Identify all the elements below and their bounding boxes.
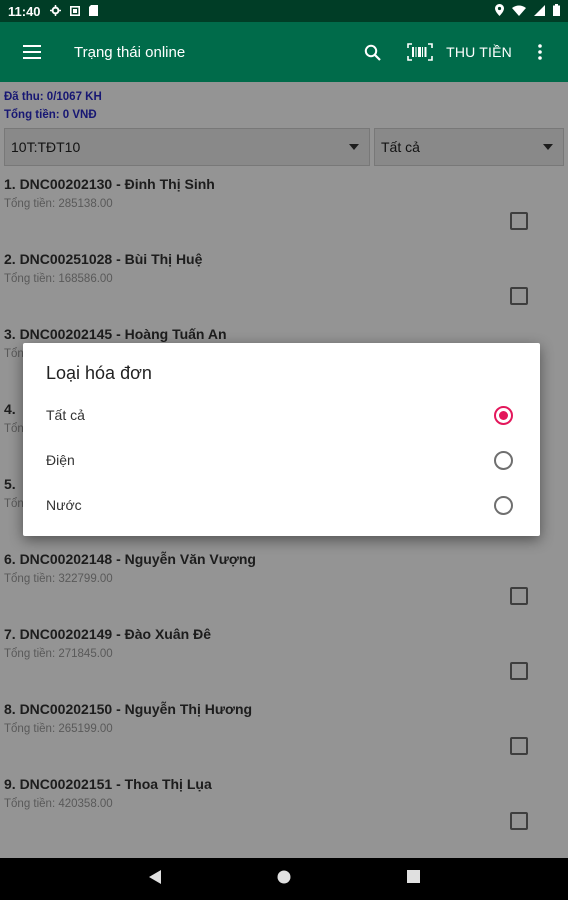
toolbar-title: Trạng thái online bbox=[74, 43, 186, 61]
option-water[interactable]: Nước bbox=[23, 483, 540, 527]
radio-selected-icon[interactable] bbox=[494, 405, 513, 425]
radio-unselected-icon[interactable] bbox=[494, 495, 513, 515]
back-icon[interactable] bbox=[148, 869, 162, 889]
dialog-title: Loại hóa đơn bbox=[46, 363, 152, 383]
settings-icon bbox=[49, 4, 61, 19]
option-label: Điện bbox=[46, 452, 75, 468]
app-toolbar: Trạng thái online THU TIỀN bbox=[0, 22, 568, 82]
recents-icon[interactable] bbox=[407, 870, 421, 888]
clock: 11:40 bbox=[8, 3, 41, 19]
radio-unselected-icon[interactable] bbox=[494, 450, 513, 470]
option-label: Nước bbox=[46, 497, 82, 513]
sd-card-icon bbox=[88, 4, 98, 19]
search-icon[interactable] bbox=[352, 32, 392, 72]
option-electric[interactable]: Điện bbox=[23, 438, 540, 482]
wifi-icon bbox=[512, 4, 526, 19]
menu-icon[interactable] bbox=[8, 28, 56, 76]
battery-icon bbox=[553, 3, 560, 19]
option-label: Tất cả bbox=[46, 407, 85, 423]
option-all[interactable]: Tất cả bbox=[23, 393, 540, 437]
signal-icon bbox=[534, 4, 545, 19]
location-icon bbox=[495, 3, 504, 19]
status-bar: 11:40 bbox=[0, 0, 568, 22]
bill-type-dialog: Loại hóa đơn Tất cả Điện Nước bbox=[23, 343, 540, 536]
home-icon[interactable] bbox=[277, 870, 291, 889]
barcode-icon[interactable] bbox=[400, 32, 440, 72]
more-vert-icon[interactable] bbox=[520, 32, 560, 72]
notification-icon bbox=[69, 4, 80, 19]
collect-money-button[interactable]: THU TIỀN bbox=[446, 44, 512, 60]
system-nav-bar bbox=[0, 858, 568, 900]
